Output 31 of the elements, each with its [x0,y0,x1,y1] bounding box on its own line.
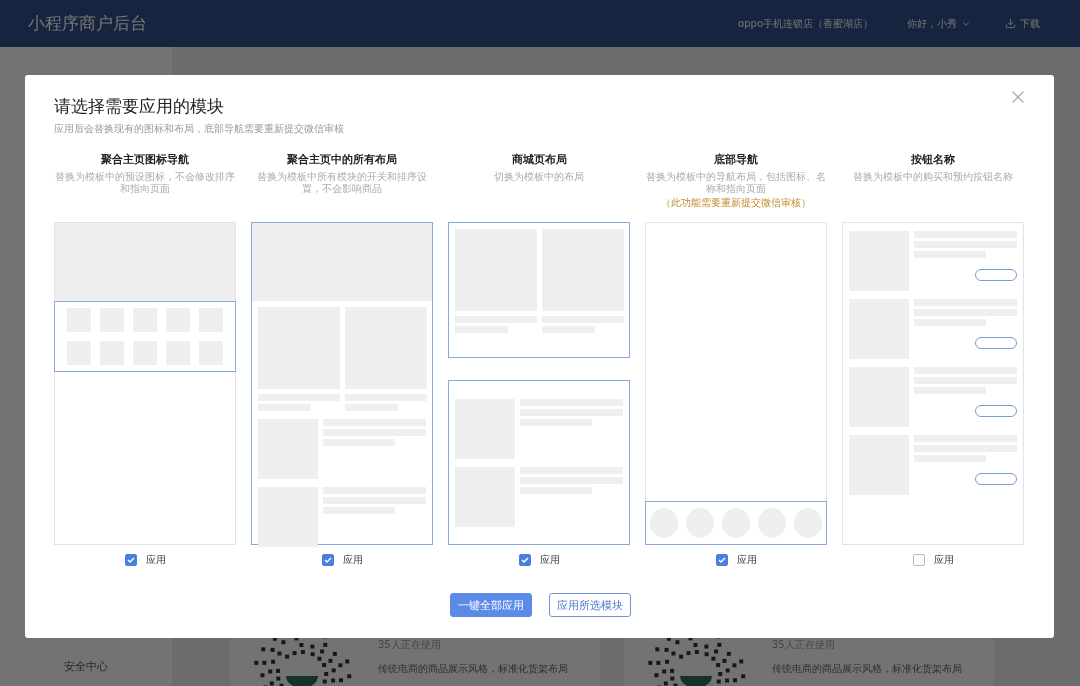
apply-checkbox[interactable] [715,554,728,566]
apply-checkbox[interactable] [518,554,531,566]
module-note: （此功能需要重新提交微信审核） [661,196,811,210]
apply-label: 应用 [342,553,363,567]
module-description: 替换为模板中的预设图标，不会修改排序和指向页面 [54,171,236,194]
module-title: 按钮名称 [911,152,955,167]
sidebar-item[interactable]: 安全中心 [64,659,172,674]
module-title: 商城页布局 [511,152,567,167]
dialog-subtitle: 应用后会替换现有的图标和布局，底部导航需要重新提交微信审核 [54,122,345,136]
apply-label: 应用 [933,553,954,567]
module-description: 替换为模板中的导航布局，包括图标、名称和指向页面 [645,171,827,194]
module-title: 聚合主页中的所有布局 [287,152,397,167]
dialog-title: 请选择需要应用的模块 [54,95,224,118]
apply-label: 应用 [736,553,757,567]
apply-checkbox[interactable] [912,554,925,566]
app-title: 小程序商户后台 [28,12,148,35]
module-title: 聚合主页图标导航 [101,152,189,167]
apply-label: 应用 [145,553,166,567]
apply-checkbox[interactable] [321,554,334,566]
apply-selected-button[interactable]: 应用所选模块 [548,593,631,617]
module-description: 替换为模板中所有模块的开关和排序设置，不会影响商品 [256,171,428,194]
download-link[interactable]: 下载 [1005,16,1040,31]
apply-all-button[interactable]: 一键全部应用 [449,593,532,617]
apply-checkbox[interactable] [124,554,137,566]
download-icon [1005,18,1016,29]
module-description: 替换为模板中的购买和预约按钮名称 [853,171,1013,183]
store-name: oppo手机连锁店（香蜜湖店） [738,16,873,31]
module-description: 切换为模板中的布局 [494,171,584,183]
module-title: 底部导航 [714,152,758,167]
user-menu[interactable]: 你好，小秀 [907,16,971,31]
apply-label: 应用 [539,553,560,567]
